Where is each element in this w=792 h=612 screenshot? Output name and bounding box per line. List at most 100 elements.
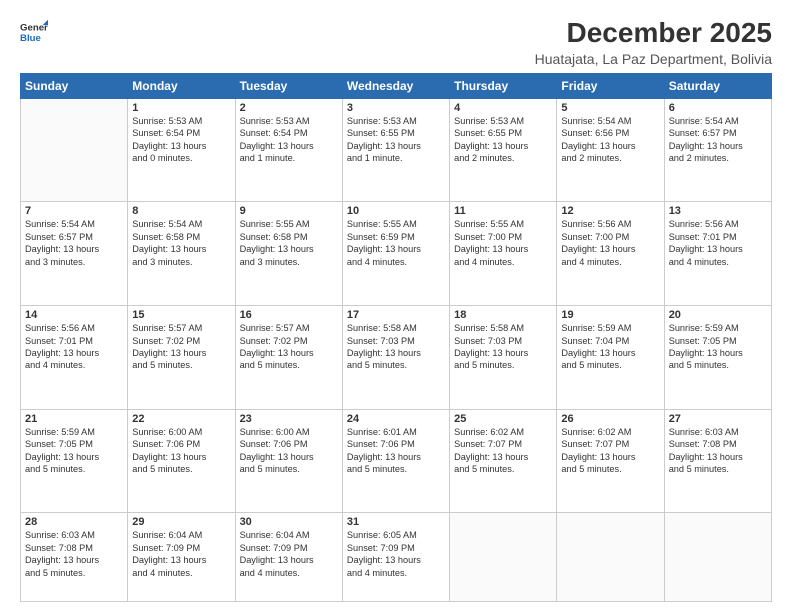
day-info: Sunrise: 5:57 AM Sunset: 7:02 PM Dayligh… [132, 322, 230, 372]
day-info: Sunrise: 5:55 AM Sunset: 6:59 PM Dayligh… [347, 218, 445, 268]
logo: General Blue [20, 18, 48, 46]
day-cell: 10Sunrise: 5:55 AM Sunset: 6:59 PM Dayli… [342, 202, 449, 306]
day-cell [664, 513, 771, 602]
day-info: Sunrise: 5:59 AM Sunset: 7:04 PM Dayligh… [561, 322, 659, 372]
day-number: 5 [561, 102, 659, 114]
day-info: Sunrise: 5:59 AM Sunset: 7:05 PM Dayligh… [669, 322, 767, 372]
day-cell: 30Sunrise: 6:04 AM Sunset: 7:09 PM Dayli… [235, 513, 342, 602]
day-info: Sunrise: 6:00 AM Sunset: 7:06 PM Dayligh… [132, 426, 230, 476]
weekday-sunday: Sunday [21, 73, 128, 98]
day-cell: 13Sunrise: 5:56 AM Sunset: 7:01 PM Dayli… [664, 202, 771, 306]
day-info: Sunrise: 5:54 AM Sunset: 6:57 PM Dayligh… [669, 115, 767, 165]
day-number: 31 [347, 516, 445, 528]
day-info: Sunrise: 5:54 AM Sunset: 6:57 PM Dayligh… [25, 218, 123, 268]
day-number: 27 [669, 413, 767, 425]
day-number: 11 [454, 205, 552, 217]
day-info: Sunrise: 6:05 AM Sunset: 7:09 PM Dayligh… [347, 529, 445, 579]
weekday-thursday: Thursday [450, 73, 557, 98]
day-cell [557, 513, 664, 602]
day-cell: 8Sunrise: 5:54 AM Sunset: 6:58 PM Daylig… [128, 202, 235, 306]
page: General Blue December 2025 Huatajata, La… [0, 0, 792, 612]
day-number: 30 [240, 516, 338, 528]
day-number: 10 [347, 205, 445, 217]
week-row-2: 7Sunrise: 5:54 AM Sunset: 6:57 PM Daylig… [21, 202, 772, 306]
day-number: 29 [132, 516, 230, 528]
day-number: 12 [561, 205, 659, 217]
day-cell: 16Sunrise: 5:57 AM Sunset: 7:02 PM Dayli… [235, 306, 342, 410]
day-number: 20 [669, 309, 767, 321]
calendar-table: SundayMondayTuesdayWednesdayThursdayFrid… [20, 73, 772, 602]
day-info: Sunrise: 5:54 AM Sunset: 6:56 PM Dayligh… [561, 115, 659, 165]
week-row-4: 21Sunrise: 5:59 AM Sunset: 7:05 PM Dayli… [21, 409, 772, 513]
day-cell: 11Sunrise: 5:55 AM Sunset: 7:00 PM Dayli… [450, 202, 557, 306]
day-cell: 14Sunrise: 5:56 AM Sunset: 7:01 PM Dayli… [21, 306, 128, 410]
day-number: 21 [25, 413, 123, 425]
day-cell: 26Sunrise: 6:02 AM Sunset: 7:07 PM Dayli… [557, 409, 664, 513]
day-number: 19 [561, 309, 659, 321]
day-cell: 17Sunrise: 5:58 AM Sunset: 7:03 PM Dayli… [342, 306, 449, 410]
day-number: 14 [25, 309, 123, 321]
day-info: Sunrise: 5:56 AM Sunset: 7:00 PM Dayligh… [561, 218, 659, 268]
day-number: 3 [347, 102, 445, 114]
day-cell: 7Sunrise: 5:54 AM Sunset: 6:57 PM Daylig… [21, 202, 128, 306]
day-cell [21, 98, 128, 202]
day-number: 18 [454, 309, 552, 321]
day-cell: 31Sunrise: 6:05 AM Sunset: 7:09 PM Dayli… [342, 513, 449, 602]
day-info: Sunrise: 5:55 AM Sunset: 7:00 PM Dayligh… [454, 218, 552, 268]
svg-text:Blue: Blue [20, 33, 41, 44]
day-info: Sunrise: 5:56 AM Sunset: 7:01 PM Dayligh… [25, 322, 123, 372]
weekday-friday: Friday [557, 73, 664, 98]
day-cell: 28Sunrise: 6:03 AM Sunset: 7:08 PM Dayli… [21, 513, 128, 602]
day-info: Sunrise: 6:02 AM Sunset: 7:07 PM Dayligh… [561, 426, 659, 476]
day-cell: 24Sunrise: 6:01 AM Sunset: 7:06 PM Dayli… [342, 409, 449, 513]
day-cell: 29Sunrise: 6:04 AM Sunset: 7:09 PM Dayli… [128, 513, 235, 602]
day-cell: 25Sunrise: 6:02 AM Sunset: 7:07 PM Dayli… [450, 409, 557, 513]
day-cell: 5Sunrise: 5:54 AM Sunset: 6:56 PM Daylig… [557, 98, 664, 202]
weekday-monday: Monday [128, 73, 235, 98]
day-info: Sunrise: 5:55 AM Sunset: 6:58 PM Dayligh… [240, 218, 338, 268]
week-row-5: 28Sunrise: 6:03 AM Sunset: 7:08 PM Dayli… [21, 513, 772, 602]
day-info: Sunrise: 5:58 AM Sunset: 7:03 PM Dayligh… [347, 322, 445, 372]
day-info: Sunrise: 5:58 AM Sunset: 7:03 PM Dayligh… [454, 322, 552, 372]
day-cell: 18Sunrise: 5:58 AM Sunset: 7:03 PM Dayli… [450, 306, 557, 410]
day-info: Sunrise: 6:01 AM Sunset: 7:06 PM Dayligh… [347, 426, 445, 476]
day-info: Sunrise: 5:53 AM Sunset: 6:54 PM Dayligh… [132, 115, 230, 165]
day-info: Sunrise: 6:04 AM Sunset: 7:09 PM Dayligh… [240, 529, 338, 579]
day-cell: 23Sunrise: 6:00 AM Sunset: 7:06 PM Dayli… [235, 409, 342, 513]
day-cell: 2Sunrise: 5:53 AM Sunset: 6:54 PM Daylig… [235, 98, 342, 202]
day-number: 22 [132, 413, 230, 425]
day-info: Sunrise: 6:02 AM Sunset: 7:07 PM Dayligh… [454, 426, 552, 476]
main-title: December 2025 [535, 18, 772, 49]
day-number: 7 [25, 205, 123, 217]
day-number: 9 [240, 205, 338, 217]
header: General Blue December 2025 Huatajata, La… [20, 18, 772, 67]
weekday-tuesday: Tuesday [235, 73, 342, 98]
day-number: 4 [454, 102, 552, 114]
day-number: 6 [669, 102, 767, 114]
day-number: 24 [347, 413, 445, 425]
day-number: 28 [25, 516, 123, 528]
day-info: Sunrise: 5:59 AM Sunset: 7:05 PM Dayligh… [25, 426, 123, 476]
day-cell: 20Sunrise: 5:59 AM Sunset: 7:05 PM Dayli… [664, 306, 771, 410]
day-number: 2 [240, 102, 338, 114]
day-cell: 1Sunrise: 5:53 AM Sunset: 6:54 PM Daylig… [128, 98, 235, 202]
day-info: Sunrise: 5:53 AM Sunset: 6:54 PM Dayligh… [240, 115, 338, 165]
day-cell: 27Sunrise: 6:03 AM Sunset: 7:08 PM Dayli… [664, 409, 771, 513]
day-number: 13 [669, 205, 767, 217]
svg-text:General: General [20, 22, 48, 33]
day-number: 25 [454, 413, 552, 425]
day-info: Sunrise: 6:00 AM Sunset: 7:06 PM Dayligh… [240, 426, 338, 476]
day-info: Sunrise: 5:57 AM Sunset: 7:02 PM Dayligh… [240, 322, 338, 372]
day-cell: 4Sunrise: 5:53 AM Sunset: 6:55 PM Daylig… [450, 98, 557, 202]
day-cell: 3Sunrise: 5:53 AM Sunset: 6:55 PM Daylig… [342, 98, 449, 202]
day-number: 26 [561, 413, 659, 425]
day-info: Sunrise: 5:56 AM Sunset: 7:01 PM Dayligh… [669, 218, 767, 268]
day-cell [450, 513, 557, 602]
day-cell: 9Sunrise: 5:55 AM Sunset: 6:58 PM Daylig… [235, 202, 342, 306]
day-number: 1 [132, 102, 230, 114]
week-row-1: 1Sunrise: 5:53 AM Sunset: 6:54 PM Daylig… [21, 98, 772, 202]
day-info: Sunrise: 5:53 AM Sunset: 6:55 PM Dayligh… [347, 115, 445, 165]
subtitle: Huatajata, La Paz Department, Bolivia [535, 51, 772, 67]
day-number: 8 [132, 205, 230, 217]
day-number: 16 [240, 309, 338, 321]
